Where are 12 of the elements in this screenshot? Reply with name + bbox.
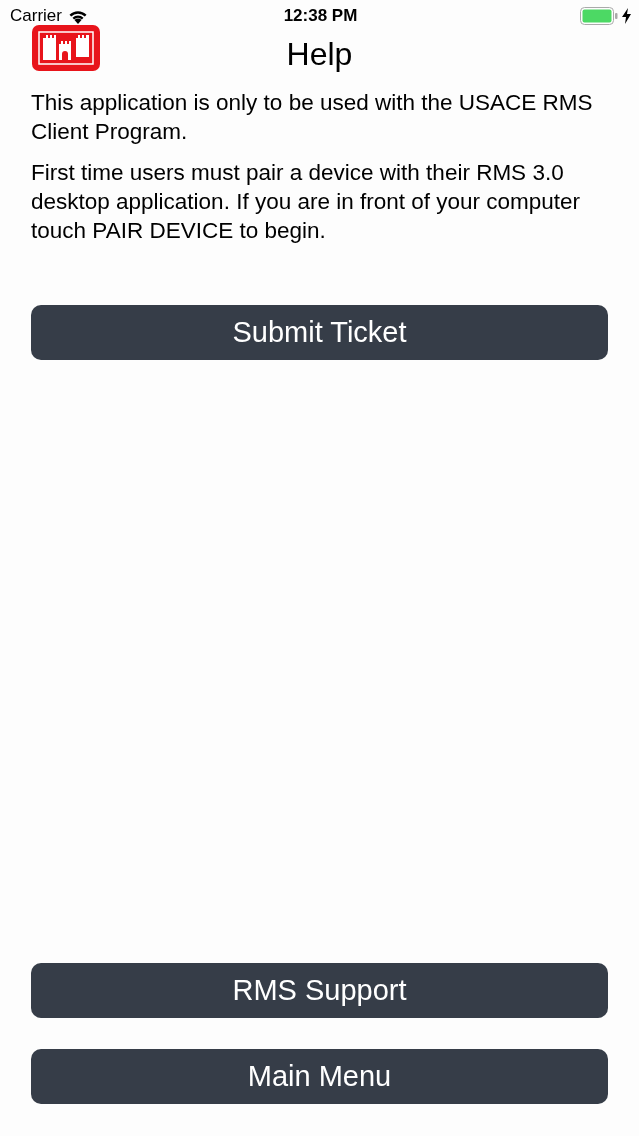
castle-logo: [31, 24, 101, 72]
action-button[interactable]: RMS Support: [31, 963, 608, 1018]
charging-icon: [622, 8, 631, 24]
help-paragraph: This application is only to be used with the USACE RMS Client Program.: [31, 89, 594, 146]
help-paragraph: First time users must pair a device with their RMS 3.0 desktop application. If you are in front of your computer touch PAIR DEVICE to begin.: [31, 159, 582, 245]
battery-icon: [580, 7, 618, 25]
wifi-icon: [67, 8, 88, 24]
action-button[interactable]: Submit Ticket: [31, 305, 608, 360]
status-time: 12:38 PM: [283, 6, 358, 26]
carrier-label: Carrier: [10, 6, 62, 26]
screen-title: Help: [286, 35, 353, 73]
action-button[interactable]: Main Menu: [31, 1049, 608, 1104]
